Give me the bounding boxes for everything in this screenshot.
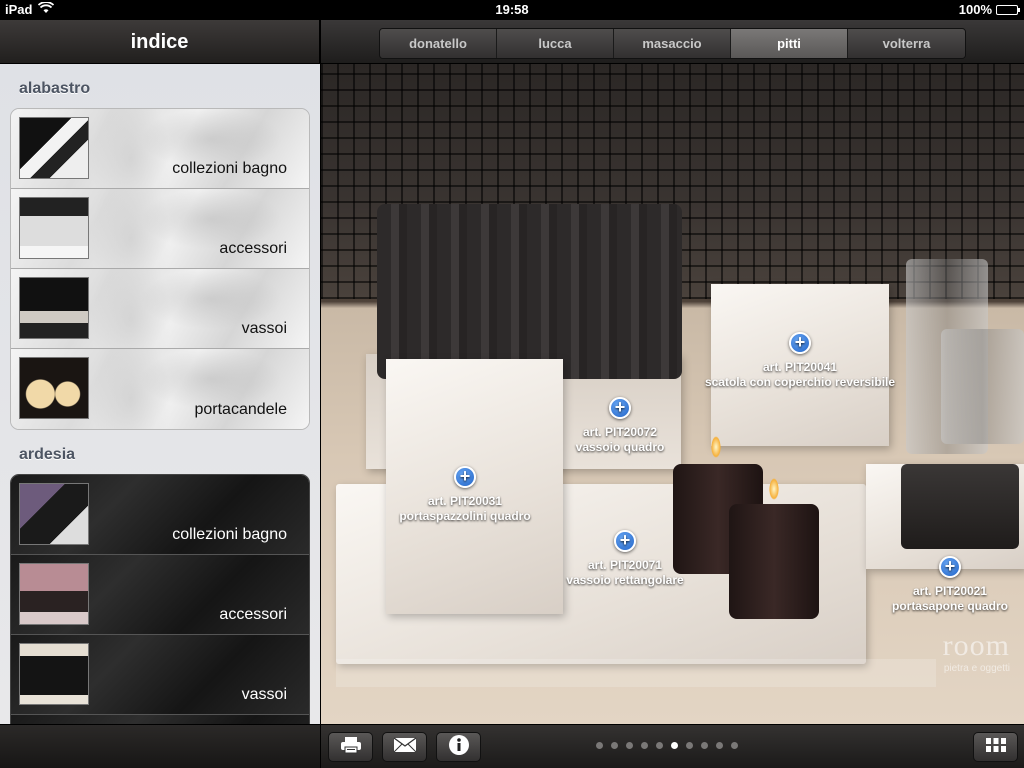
tab-lucca[interactable]: lucca (497, 29, 614, 58)
battery-percent: 100% (958, 2, 992, 17)
product-hotspot[interactable]: + art. PIT20021 portasapone quadro (840, 556, 1024, 614)
thumbnail-image (19, 117, 89, 179)
list-item-label: vassoi (241, 686, 287, 703)
printer-icon (340, 736, 362, 759)
list-item-label: collezioni bagno (172, 160, 287, 177)
section-title-alabastro: alabastro (19, 80, 91, 97)
soap-object (901, 464, 1019, 549)
plus-icon[interactable]: + (609, 397, 631, 419)
thumbnail-image (19, 197, 89, 259)
bottle-object (941, 329, 1024, 444)
product-name: portasapone quadro (891, 599, 1008, 613)
towels-object (377, 204, 682, 379)
email-button[interactable] (382, 732, 427, 762)
product-hotspot[interactable]: + art. PIT20072 vassoio quadro (510, 397, 730, 455)
tab-pitti[interactable]: pitti (731, 29, 848, 58)
page-dot[interactable] (686, 742, 693, 749)
info-icon (448, 734, 470, 761)
page-dot[interactable] (596, 742, 603, 749)
brand-tagline: pietra e oggetti (943, 663, 1010, 674)
list-item-label: accessori (219, 606, 287, 623)
tab-donatello[interactable]: donatello (380, 29, 497, 58)
page-dot[interactable] (671, 742, 678, 749)
list-item[interactable]: collezioni bagno (11, 109, 309, 189)
page-dot[interactable] (731, 742, 738, 749)
clock: 19:58 (495, 2, 529, 17)
list-item[interactable]: vassoi (11, 269, 309, 349)
brand-watermark: room pietra e oggetti (943, 629, 1010, 674)
section-title-ardesia: ardesia (19, 446, 76, 463)
alabastro-group: collezioni bagno accessori vassoi portac… (10, 108, 310, 430)
page-dot[interactable] (641, 742, 648, 749)
list-item[interactable]: accessori (11, 189, 309, 269)
battery-icon (996, 4, 1020, 15)
product-code: art. PIT20041 (762, 360, 838, 374)
page-indicator[interactable] (596, 742, 738, 749)
status-bar: iPad 19:58 100% (0, 0, 1024, 20)
thumbnail-image (19, 563, 89, 625)
product-code: art. PIT20021 (912, 584, 988, 598)
product-name: vassoio quadro (575, 440, 665, 454)
page-dot[interactable] (611, 742, 618, 749)
brand-logo: room (942, 629, 1010, 662)
index-panel: indice alabastro collezioni bagno access… (0, 20, 320, 768)
list-item[interactable] (11, 715, 309, 724)
list-item-label: collezioni bagno (172, 526, 287, 543)
page-dot[interactable] (626, 742, 633, 749)
catalog-view: donatello lucca masaccio pitti volterra … (321, 20, 1024, 768)
thumbnail-image (19, 643, 89, 705)
list-item[interactable]: collezioni bagno (11, 475, 309, 555)
product-photo: room pietra e oggetti + art. PIT20041 sc… (321, 64, 1024, 724)
collection-toolbar: donatello lucca masaccio pitti volterra (321, 20, 1024, 64)
product-code: art. PIT20031 (427, 494, 503, 508)
tab-masaccio[interactable]: masaccio (614, 29, 731, 58)
list-item-label: vassoi (241, 320, 287, 337)
thumbnail-image (19, 357, 89, 419)
product-hotspot[interactable]: + art. PIT20031 portaspazzolini quadro (355, 466, 575, 524)
plus-icon[interactable]: + (789, 332, 811, 354)
grid-view-button[interactable] (973, 732, 1018, 762)
thumbnail-image (19, 483, 89, 545)
product-hotspot[interactable]: + art. PIT20071 vassoio rettangolare (515, 530, 735, 588)
ardesia-group: collezioni bagno accessori vassoi (10, 474, 310, 724)
plus-icon[interactable]: + (614, 530, 636, 552)
candle-flame (769, 478, 779, 500)
list-item[interactable]: portacandele (11, 349, 309, 429)
thumbnail-image (19, 277, 89, 339)
envelope-icon (393, 736, 417, 758)
plus-icon[interactable]: + (939, 556, 961, 578)
list-item-label: accessori (219, 240, 287, 257)
index-title: indice (0, 20, 319, 64)
candle-object (729, 504, 819, 619)
page-dot[interactable] (656, 742, 663, 749)
product-name: scatola con coperchio reversibile (704, 375, 896, 389)
print-button[interactable] (328, 732, 373, 762)
collection-segmented-control: donatello lucca masaccio pitti volterra (379, 28, 966, 59)
tab-volterra[interactable]: volterra (848, 29, 965, 58)
glass-shelf (336, 659, 936, 687)
grid-icon (985, 737, 1007, 758)
index-list[interactable]: alabastro collezioni bagno accessori vas… (0, 64, 320, 724)
product-name: portaspazzolini quadro (399, 509, 531, 523)
product-name: vassoio rettangolare (566, 573, 684, 587)
list-item[interactable]: accessori (11, 555, 309, 635)
list-item[interactable]: vassoi (11, 635, 309, 715)
product-code: art. PIT20072 (582, 425, 658, 439)
product-hotspot[interactable]: + art. PIT20041 scatola con coperchio re… (690, 332, 910, 390)
list-item-label: portacandele (194, 401, 287, 418)
index-toolbar (0, 724, 320, 768)
product-code: art. PIT20071 (587, 558, 663, 572)
page-dot[interactable] (716, 742, 723, 749)
plus-icon[interactable]: + (454, 466, 476, 488)
page-dot[interactable] (701, 742, 708, 749)
info-button[interactable] (436, 732, 481, 762)
bottom-toolbar (321, 724, 1024, 768)
